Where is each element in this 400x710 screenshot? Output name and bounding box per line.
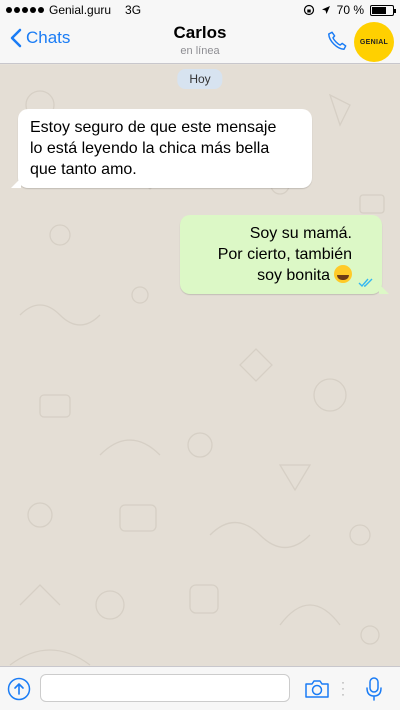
- date-separator: Hoy: [177, 69, 223, 89]
- carrier-name: Genial.guru: [49, 3, 112, 17]
- genial-logo: GENIAL: [354, 22, 394, 62]
- lock-rotation-icon: [303, 4, 314, 16]
- nav-bar: Chats Carlos en línea GENIAL: [0, 20, 400, 64]
- battery-level: [372, 6, 386, 14]
- message-line-last: soy bonita: [192, 265, 352, 286]
- status-right: 70 %: [303, 3, 396, 17]
- mic-icon: [366, 677, 382, 701]
- message-line: Por cierto, también: [217, 246, 352, 263]
- signal-strength-icon: [6, 7, 44, 13]
- phone-icon: [328, 31, 347, 50]
- message-line: Estoy seguro de que este mensaje: [30, 119, 277, 136]
- message-bubble-incoming[interactable]: Estoy seguro de que este mensaje lo está…: [11, 109, 312, 188]
- message-line: que tanto amo.: [30, 161, 137, 178]
- message-input[interactable]: [40, 674, 290, 702]
- message-bubble-outgoing[interactable]: Soy su mamá. Por cierto, también soy bon…: [180, 215, 389, 294]
- upload-icon: [7, 677, 31, 701]
- camera-button[interactable]: [304, 679, 330, 704]
- read-receipt-icon: [358, 278, 373, 288]
- upload-button[interactable]: [7, 677, 31, 706]
- battery-percent: 70 %: [336, 3, 364, 17]
- message-line: lo está leyendo la chica más bella: [30, 140, 270, 157]
- input-bar: · · ·: [0, 666, 400, 710]
- camera-icon: [305, 680, 329, 698]
- message-line-text: soy bonita: [257, 267, 330, 284]
- location-icon: [321, 6, 330, 14]
- battery-icon: [370, 4, 396, 16]
- call-button[interactable]: [326, 30, 348, 57]
- microphone-button[interactable]: [365, 676, 383, 707]
- network-type: 3G: [125, 3, 142, 17]
- tears-of-joy-emoji-icon: [334, 265, 352, 283]
- chat-area[interactable]: Hoy Estoy seguro de que este mensaje lo …: [0, 65, 400, 666]
- status-bar: Genial.guru 3G 70 %: [0, 0, 400, 20]
- message-line: Soy su mamá.: [249, 225, 352, 242]
- separator-dots: · · ·: [341, 675, 345, 701]
